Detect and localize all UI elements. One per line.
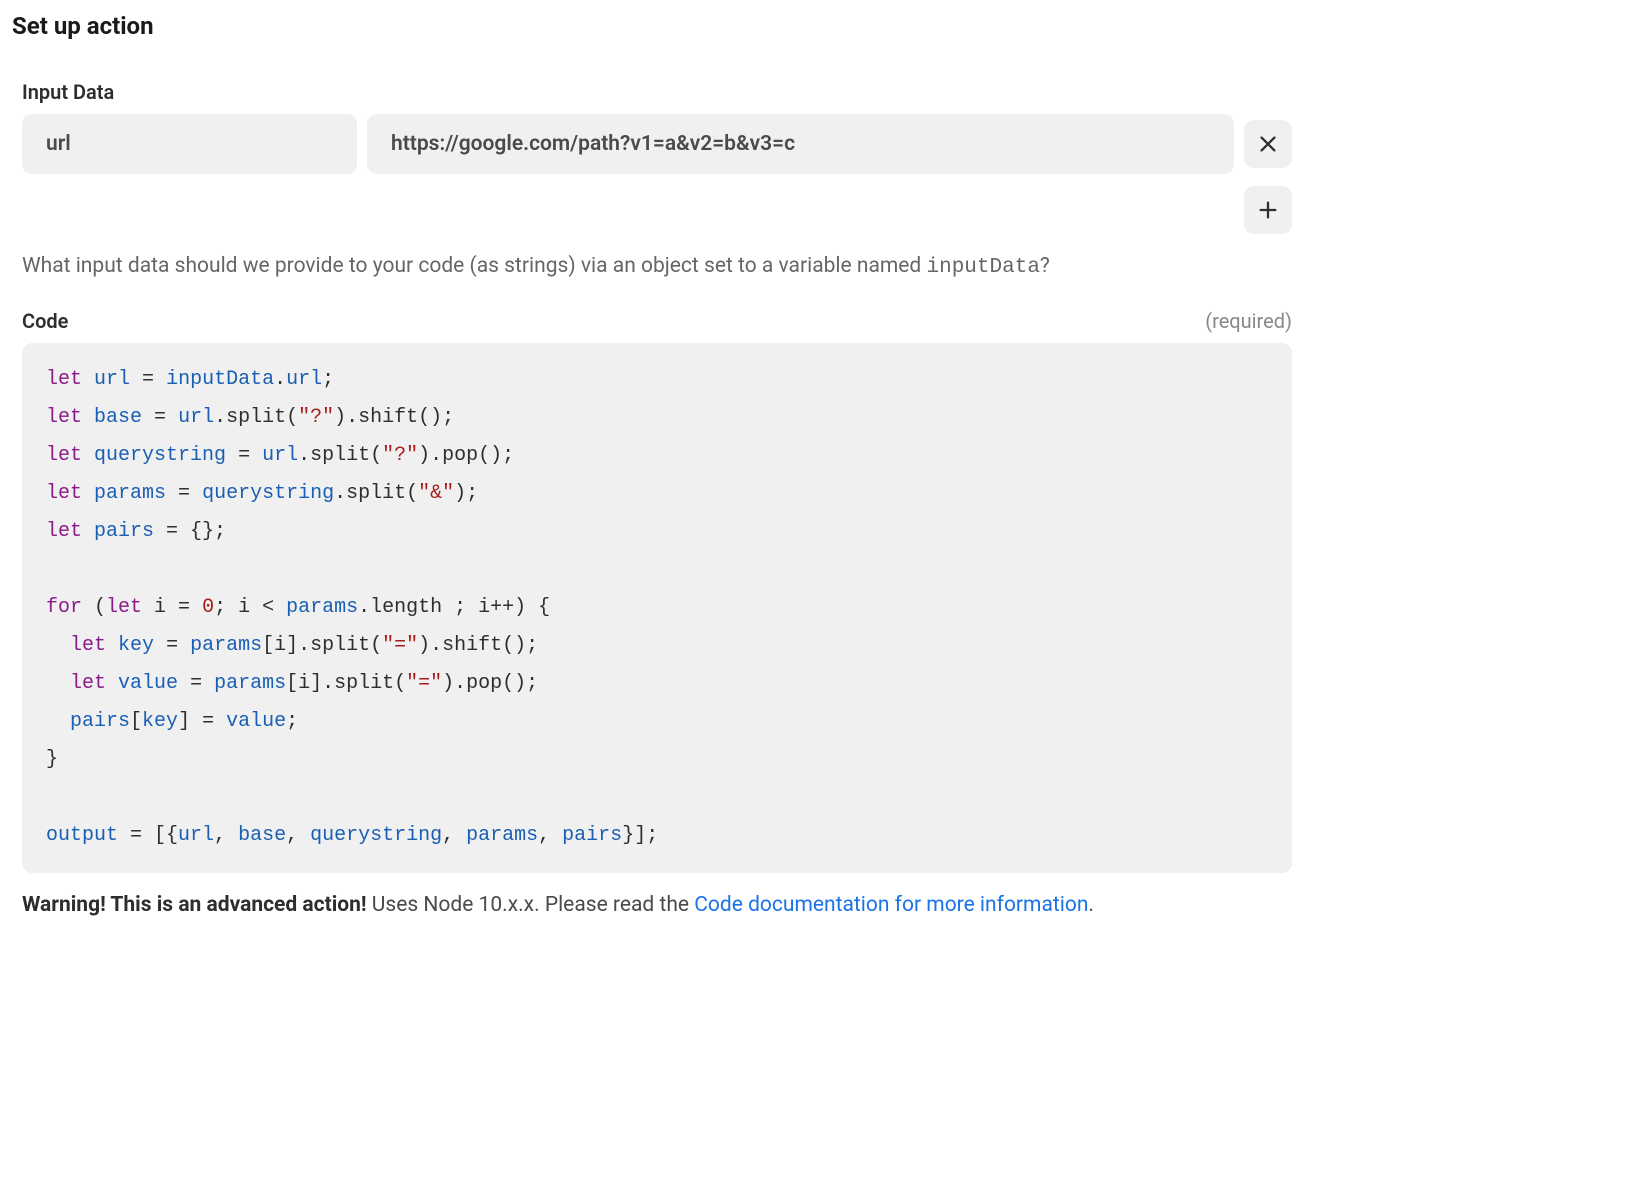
- remove-row-button[interactable]: [1244, 120, 1292, 168]
- plus-icon: [1257, 199, 1279, 221]
- helper-suffix: ?: [1040, 254, 1050, 278]
- add-row-button[interactable]: [1244, 186, 1292, 234]
- code-label: Code: [22, 309, 68, 333]
- input-value-field[interactable]: https://google.com/path?v1=a&v2=b&v3=c: [367, 114, 1234, 174]
- close-icon: [1257, 133, 1279, 155]
- code-documentation-link[interactable]: Code documentation for more information: [694, 893, 1088, 917]
- warning-suffix: .: [1088, 893, 1094, 917]
- input-data-section: Input Data url https://google.com/path?v…: [12, 80, 1292, 279]
- required-tag: (required): [1205, 309, 1292, 333]
- input-data-row: url https://google.com/path?v1=a&v2=b&v3…: [22, 114, 1292, 174]
- code-section: Code (required) let url = inputData.url;…: [12, 309, 1292, 873]
- code-editor[interactable]: let url = inputData.url; let base = url.…: [22, 343, 1292, 873]
- warning-body: Uses Node 10.x.x. Please read the: [367, 893, 695, 917]
- helper-var: inputData: [927, 256, 1040, 279]
- input-data-helper: What input data should we provide to you…: [22, 254, 1292, 279]
- page-title: Set up action: [12, 12, 1292, 40]
- warning-bold: Warning! This is an advanced action!: [22, 893, 367, 917]
- warning-text: Warning! This is an advanced action! Use…: [22, 893, 1292, 917]
- helper-prefix: What input data should we provide to you…: [22, 254, 927, 278]
- input-key-field[interactable]: url: [22, 114, 357, 174]
- input-data-label: Input Data: [22, 80, 1292, 104]
